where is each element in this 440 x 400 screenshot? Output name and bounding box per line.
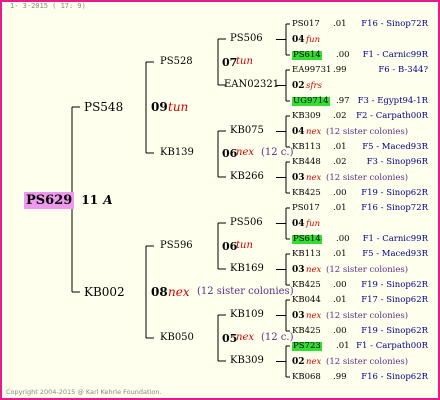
ancestor-source: F2 - Carpath00R: [356, 111, 428, 121]
grandparent-mark: nex: [236, 147, 254, 158]
ggp-id[interactable]: KB169: [230, 264, 264, 274]
ggp-year: 03: [292, 310, 305, 321]
ancestor-source: F19 - Sinop62R: [361, 188, 428, 198]
sister-colonies-note: (12 sister colonies): [326, 172, 409, 183]
grandparent-mark: nex: [236, 332, 254, 343]
ggp-id[interactable]: PS506: [230, 34, 263, 44]
ggp-id[interactable]: KB309: [230, 356, 264, 366]
ancestor-id[interactable]: KB309: [292, 112, 321, 121]
ancestor-id[interactable]: KB113: [292, 250, 321, 259]
ggp-year: 02: [292, 356, 305, 367]
ancestor-id[interactable]: KB448: [292, 158, 321, 167]
ancestor-id[interactable]: PS017: [292, 20, 320, 29]
ggp-mark: sfrs: [306, 80, 322, 91]
ancestor-source: F1 - Carnic99R: [362, 50, 428, 60]
ancestor-id[interactable]: KB425: [292, 189, 321, 198]
ggp-year: 02: [292, 80, 305, 91]
ggp-id[interactable]: EAN02321: [224, 80, 279, 90]
ggp-year: 04: [292, 218, 305, 229]
sister-colonies-note: (12 c.): [261, 332, 294, 343]
sister-colonies-note: (12 sister colonies): [197, 286, 294, 297]
ancestor-source: F19 - Sinop62R: [361, 280, 428, 290]
ancestor-id[interactable]: KB113: [292, 143, 321, 152]
ggp-year: 03: [292, 172, 305, 183]
root-year: 11: [81, 193, 99, 207]
parent-mark: tun: [168, 100, 189, 114]
ancestor-id[interactable]: KB425: [292, 327, 321, 336]
grandparent-id[interactable]: KB139: [160, 148, 194, 158]
copyright-footer: Copyright 2004-2015 @ Karl Kehrle Founda…: [6, 388, 162, 396]
ancestor-source: F3 - Egypt94-1R: [357, 96, 428, 106]
parent-mark: nex: [168, 285, 190, 299]
ggp-mark: nex: [306, 356, 322, 367]
sister-colonies-note: (12 sister colonies): [326, 310, 409, 321]
ancestor-id[interactable]: PS017: [292, 204, 320, 213]
parent-year: 09: [151, 100, 168, 114]
ggp-year: 04: [292, 34, 305, 45]
ancestor-source: F5 - Maced93R: [362, 249, 428, 259]
ggp-mark: nex: [306, 172, 322, 183]
ancestor-source: F5 - Maced93R: [362, 142, 428, 152]
ancestor-source: F17 - Sinop62R: [361, 295, 428, 305]
ggp-id[interactable]: KB109: [230, 310, 264, 320]
sister-colonies-note: (12 sister colonies): [326, 126, 409, 137]
ancestor-source: F16 - Sinop62R: [361, 372, 428, 382]
root-id: PS629: [24, 192, 75, 209]
ggp-id[interactable]: PS506: [230, 218, 263, 228]
ancestor-id[interactable]: KB068: [292, 373, 321, 382]
ggp-year: 03: [292, 264, 305, 275]
ancestor-source: F16 - Sinop72R: [361, 19, 428, 29]
ggp-id[interactable]: KB075: [230, 126, 264, 136]
grandparent-mark: tun: [236, 240, 253, 251]
ggp-year: 04: [292, 126, 305, 137]
grandparent-mark: tun: [236, 56, 253, 67]
ancestor-id[interactable]: KB425: [292, 281, 321, 290]
ggp-mark: fun: [306, 218, 321, 229]
sister-colonies-note: (12 sister colonies): [326, 356, 409, 367]
ancestor-source: F6 - B-344?: [378, 65, 428, 75]
ggp-id[interactable]: KB266: [230, 172, 264, 182]
grandparent-id[interactable]: PS528: [160, 57, 193, 67]
grandparent-id[interactable]: PS596: [160, 241, 193, 251]
ancestor-source: F1 - Carnic99R: [362, 234, 428, 244]
ancestor-source: F1 - Carpath00R: [356, 341, 428, 351]
parent-year: 08: [151, 285, 168, 299]
ggp-mark: fun: [306, 34, 321, 45]
ggp-mark: nex: [306, 264, 322, 275]
ggp-mark: nex: [306, 310, 322, 321]
root-queen[interactable]: PS629 11 A: [24, 191, 113, 209]
parent-id[interactable]: PS548: [84, 101, 123, 113]
root-mark: A: [103, 193, 113, 207]
ancestor-source: F3 - Sinop96R: [366, 157, 428, 167]
sister-colonies-note: (12 c.): [261, 147, 294, 158]
grandparent-id[interactable]: KB050: [160, 333, 194, 343]
ancestor-id[interactable]: KB044: [292, 296, 321, 305]
ancestor-source: F16 - Sinop72R: [361, 203, 428, 213]
ancestor-source: F19 - Sinop62R: [361, 326, 428, 336]
ggp-mark: nex: [306, 126, 322, 137]
sister-colonies-note: (12 sister colonies): [326, 264, 409, 275]
parent-id[interactable]: KB002: [84, 286, 125, 298]
